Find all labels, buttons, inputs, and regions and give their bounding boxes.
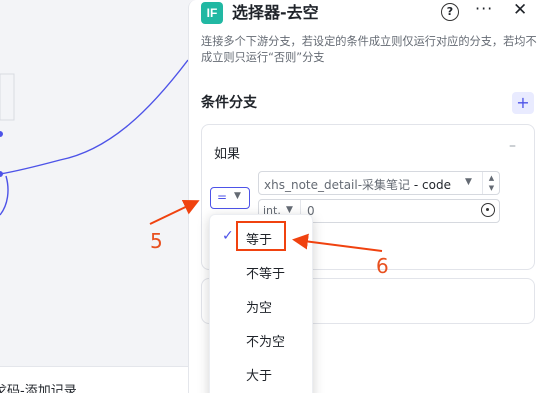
close-icon[interactable]: ✕ [513, 0, 527, 20]
if-node-icon: IF [201, 2, 223, 24]
step-5-label: 5 [150, 229, 163, 253]
option-label: 为空 [246, 301, 273, 316]
left-variable-text: xhs_note_detail-采集笔记 - code [264, 176, 451, 193]
operator-option[interactable]: 为空 [210, 290, 314, 320]
left-variable-source: xhs_note_detail-采集笔记 [264, 178, 411, 192]
canvas-node-label: 戈码-添加记录 [0, 384, 77, 393]
canvas-node-card[interactable]: 戈码-添加记录 [0, 366, 188, 393]
workflow-canvas[interactable]: 戈码-添加记录 [0, 0, 188, 393]
operator-select[interactable]: = ▼ [210, 187, 250, 209]
chevron-down-icon: ▼ [465, 177, 472, 187]
left-variable-field: code [422, 178, 451, 192]
section-title: 条件分支 [201, 95, 257, 111]
add-branch-button[interactable]: + [512, 92, 534, 114]
option-label: 不等于 [246, 267, 286, 282]
stepper-icon[interactable]: ▲ ▼ [482, 172, 500, 194]
collapse-icon[interactable]: – [509, 138, 516, 154]
panel-header: IF 选择器-去空 ? ··· ✕ 连接多个下游分支，若设定的条件成立则仅运行对… [189, 0, 552, 74]
node-title[interactable]: 选择器-去空 [232, 2, 319, 24]
variable-ref-icon[interactable] [481, 203, 495, 217]
operator-option[interactable]: 不等于 [210, 256, 314, 286]
step-6-label: 6 [376, 254, 389, 278]
if-label: 如果 [214, 147, 241, 162]
highlight-box [236, 221, 286, 251]
connection-lines [0, 59, 188, 216]
option-label: 不为空 [246, 335, 286, 350]
help-icon[interactable]: ? [441, 3, 459, 21]
operator-option[interactable]: 不为空 [210, 324, 314, 354]
chevron-down-icon: ▼ [234, 191, 241, 201]
left-variable-select[interactable]: xhs_note_detail-采集笔记 - code ▼ ▲ ▼ [258, 171, 500, 195]
check-icon: ✓ [222, 228, 234, 244]
operator-value: = [217, 190, 228, 204]
operator-option[interactable]: 大于 [210, 358, 314, 388]
left-variable-sep: - [410, 178, 423, 192]
more-icon[interactable]: ··· [475, 0, 493, 18]
node-description: 连接多个下游分支，若设定的条件成立则仅运行对应的分支，若均不成立则只运行“否则”… [201, 35, 537, 64]
option-label: 大于 [246, 369, 273, 384]
